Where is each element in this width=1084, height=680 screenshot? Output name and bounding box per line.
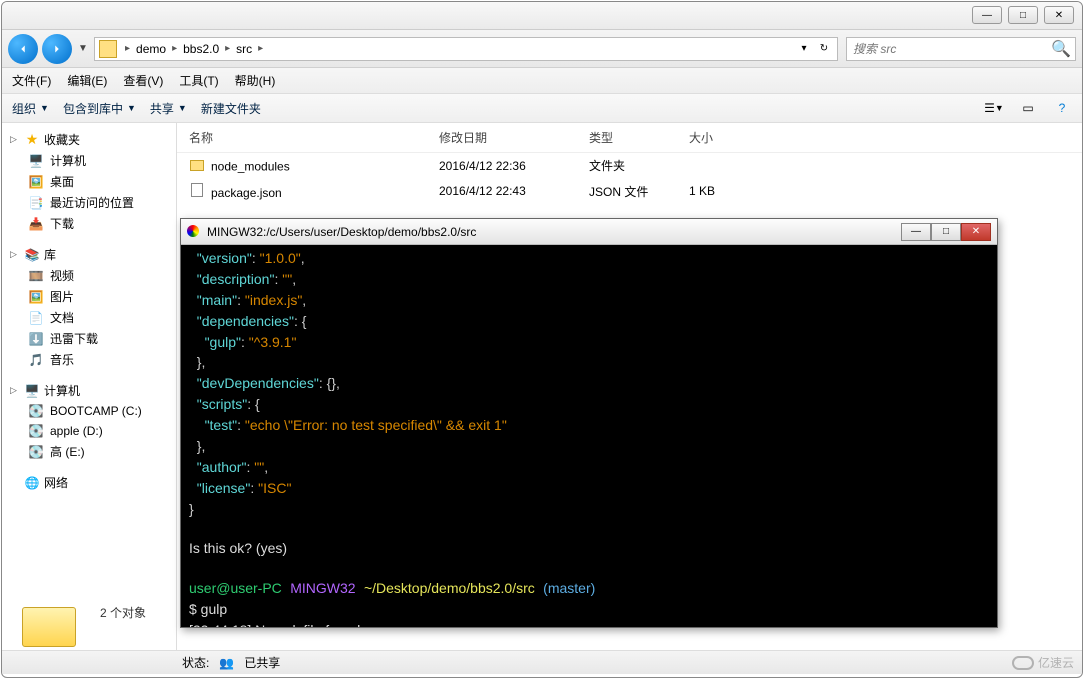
- json-file-icon: [189, 182, 205, 198]
- chevron-right-icon[interactable]: ▸: [223, 43, 232, 54]
- sidebar-item-thunder[interactable]: ⬇️迅雷下载: [6, 328, 172, 349]
- mingw-icon: [187, 225, 201, 239]
- back-button[interactable]: [8, 34, 38, 64]
- drive-icon: 💽: [28, 423, 44, 439]
- folder-icon: [189, 157, 205, 173]
- close-button[interactable]: ✕: [1044, 6, 1074, 24]
- computer-icon: 🖥️: [28, 153, 44, 169]
- window-titlebar: — □ ✕: [2, 2, 1082, 30]
- view-options-icon[interactable]: ☰ ▼: [984, 98, 1004, 118]
- minimize-button[interactable]: —: [972, 6, 1002, 24]
- chevron-right-icon[interactable]: ▸: [123, 43, 132, 54]
- sidebar-item-documents[interactable]: 📄文档: [6, 307, 172, 328]
- search-input[interactable]: [853, 42, 1053, 56]
- sidebar-item-drive-e[interactable]: 💽高 (E:): [6, 441, 172, 462]
- refresh-button[interactable]: ↻: [815, 40, 833, 58]
- sidebar-network[interactable]: 🌐网络: [6, 472, 172, 493]
- sidebar-item-videos[interactable]: 🎞️视频: [6, 265, 172, 286]
- breadcrumb-dropdown[interactable]: ▾: [795, 40, 813, 58]
- menu-help[interactable]: 帮助(H): [235, 72, 276, 89]
- menu-file[interactable]: 文件(F): [12, 72, 51, 89]
- menu-view[interactable]: 查看(V): [123, 72, 163, 89]
- sidebar-computer[interactable]: ▷🖥️计算机: [6, 380, 172, 401]
- terminal-title: MINGW32:/c/Users/user/Desktop/demo/bbs2.…: [207, 225, 476, 239]
- terminal-maximize-button[interactable]: □: [931, 223, 961, 241]
- document-icon: 📄: [28, 310, 44, 326]
- sidebar-item-music[interactable]: 🎵音乐: [6, 349, 172, 370]
- cloud-icon: [1012, 656, 1034, 670]
- recent-icon: 📑: [28, 195, 44, 211]
- library-icon: 📚: [24, 247, 40, 263]
- star-icon: ★: [24, 132, 40, 148]
- include-button[interactable]: 包含到库中▼: [63, 100, 136, 117]
- status-value: 已共享: [244, 654, 280, 671]
- sidebar-item-pictures[interactable]: 🖼️图片: [6, 286, 172, 307]
- column-type[interactable]: 类型: [583, 127, 683, 148]
- details-pane-icon: [22, 599, 82, 649]
- shared-icon: 👥: [219, 656, 234, 670]
- object-count: 2 个对象: [100, 604, 146, 621]
- sidebar-item-desktop[interactable]: 🖼️桌面: [6, 171, 172, 192]
- drive-icon: 💽: [28, 444, 44, 460]
- menu-edit[interactable]: 编辑(E): [67, 72, 107, 89]
- terminal-close-button[interactable]: ✕: [961, 223, 991, 241]
- forward-button[interactable]: [42, 34, 72, 64]
- sidebar-libraries[interactable]: ▷📚库: [6, 244, 172, 265]
- sidebar-item-drive-d[interactable]: 💽apple (D:): [6, 421, 172, 441]
- video-icon: 🎞️: [28, 268, 44, 284]
- preview-pane-icon[interactable]: ▭: [1018, 98, 1038, 118]
- download-icon: ⬇️: [28, 331, 44, 347]
- picture-icon: 🖼️: [28, 289, 44, 305]
- history-dropdown[interactable]: ▼: [76, 43, 90, 54]
- menu-tools[interactable]: 工具(T): [179, 72, 218, 89]
- column-size[interactable]: 大小: [683, 127, 783, 148]
- column-header-row: 名称 修改日期 类型 大小: [177, 123, 1082, 153]
- statusbar: 状态: 👥 已共享: [2, 650, 1082, 674]
- search-icon[interactable]: 🔍: [1053, 41, 1069, 57]
- sidebar-label: 收藏夹: [44, 131, 80, 148]
- drive-icon: 💽: [28, 403, 44, 419]
- terminal-titlebar[interactable]: MINGW32:/c/Users/user/Desktop/demo/bbs2.…: [181, 219, 997, 245]
- breadcrumb[interactable]: ▸ demo ▸ bbs2.0 ▸ src ▸ ▾ ↻: [94, 37, 838, 61]
- folder-icon: [99, 40, 117, 58]
- share-button[interactable]: 共享▼: [150, 100, 187, 117]
- music-icon: 🎵: [28, 352, 44, 368]
- newfolder-button[interactable]: 新建文件夹: [201, 100, 261, 117]
- help-icon[interactable]: ?: [1052, 98, 1072, 118]
- breadcrumb-part[interactable]: demo: [132, 42, 170, 56]
- computer-icon: 🖥️: [24, 383, 40, 399]
- toolbar: 组织▼ 包含到库中▼ 共享▼ 新建文件夹 ☰ ▼ ▭ ?: [2, 94, 1082, 123]
- terminal-body[interactable]: "version": "1.0.0", "description": "", "…: [181, 245, 997, 627]
- sidebar-favorites[interactable]: ▷★收藏夹: [6, 129, 172, 150]
- navigation-bar: ▼ ▸ demo ▸ bbs2.0 ▸ src ▸ ▾ ↻ 🔍: [2, 30, 1082, 68]
- sidebar-item-downloads[interactable]: 📥下载: [6, 213, 172, 234]
- sidebar-item-drive-c[interactable]: 💽BOOTCAMP (C:): [6, 401, 172, 421]
- status-label: 状态:: [182, 654, 209, 671]
- column-date[interactable]: 修改日期: [433, 127, 583, 148]
- download-icon: 📥: [28, 216, 44, 232]
- column-name[interactable]: 名称: [183, 127, 433, 148]
- terminal-minimize-button[interactable]: —: [901, 223, 931, 241]
- terminal-window[interactable]: MINGW32:/c/Users/user/Desktop/demo/bbs2.…: [180, 218, 998, 628]
- sidebar: ▷★收藏夹 🖥️计算机 🖼️桌面 📑最近访问的位置 📥下载 ▷📚库 🎞️视频 🖼…: [2, 123, 177, 650]
- search-box[interactable]: 🔍: [846, 37, 1076, 61]
- maximize-button[interactable]: □: [1008, 6, 1038, 24]
- desktop-icon: 🖼️: [28, 174, 44, 190]
- menubar: 文件(F) 编辑(E) 查看(V) 工具(T) 帮助(H): [2, 68, 1082, 94]
- file-row[interactable]: node_modules 2016/4/12 22:36 文件夹: [177, 153, 1082, 178]
- breadcrumb-part[interactable]: src: [232, 42, 256, 56]
- sidebar-item-recent[interactable]: 📑最近访问的位置: [6, 192, 172, 213]
- chevron-right-icon[interactable]: ▸: [256, 43, 265, 54]
- sidebar-item-computer[interactable]: 🖥️计算机: [6, 150, 172, 171]
- chevron-right-icon[interactable]: ▸: [170, 43, 179, 54]
- breadcrumb-part[interactable]: bbs2.0: [179, 42, 223, 56]
- network-icon: 🌐: [24, 475, 40, 491]
- watermark: 亿速云: [1012, 654, 1074, 671]
- organize-button[interactable]: 组织▼: [12, 100, 49, 117]
- file-row[interactable]: package.json 2016/4/12 22:43 JSON 文件 1 K…: [177, 178, 1082, 204]
